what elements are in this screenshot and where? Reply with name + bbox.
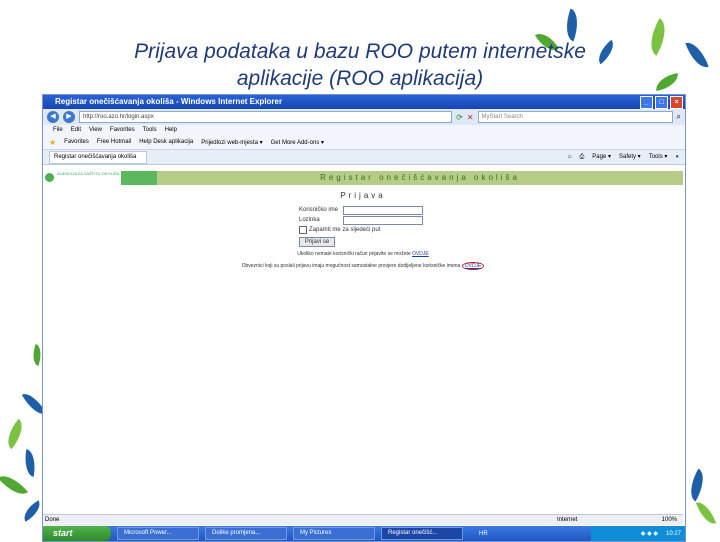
web-page: AGENCIJA ZA ZAŠTITU OKOLIŠA Registar one… [43, 169, 683, 513]
fav-item-addons[interactable]: Get More Add-ons ▾ [271, 139, 324, 146]
close-button[interactable]: × [670, 96, 683, 109]
slide-title-line1: Prijava podataka u bazu ROO putem intern… [134, 40, 586, 63]
register-link[interactable]: OVDJE [412, 251, 429, 257]
menu-file[interactable]: File [53, 125, 63, 135]
fav-item-suggested[interactable]: Prijedlozi web-mjesta ▾ [201, 139, 262, 146]
print-icon[interactable]: ⎙ [579, 151, 584, 163]
refresh-icon[interactable]: ⟳ [456, 113, 463, 122]
help-icon[interactable]: ● [675, 151, 679, 163]
url-input[interactable]: http://roo.azo.hr/login.aspx [79, 111, 453, 123]
banner-title: Registar onečišćavanja okoliša [157, 171, 683, 185]
clock[interactable]: 10:27 [666, 531, 681, 537]
login-form: Korisničko ime Lozinka Zapamti me za slj… [299, 205, 423, 247]
tools-menu[interactable]: Tools ▾ [649, 151, 668, 163]
window-title: Registar onečišćavanja okoliša - Windows… [55, 97, 283, 106]
tray-icons[interactable]: ◆ ◆ ◆ [641, 530, 658, 537]
safety-menu[interactable]: Safety ▾ [619, 151, 641, 163]
site-logo[interactable]: AGENCIJA ZA ZAŠTITU OKOLIŠA [43, 171, 121, 185]
menu-view[interactable]: View [89, 125, 102, 135]
check-username-message: Obveznici koji su poslali prijavu imaju … [43, 262, 683, 270]
fav-item-hotmail[interactable]: Free Hotmail [97, 139, 131, 145]
status-bar: Done Internet 100% [43, 514, 683, 525]
slide-title-line2: aplikacije (ROO aplikacija) [236, 67, 484, 90]
browser-window: Registar onečišćavanja okoliša - Windows… [42, 94, 686, 542]
favorites-star-icon: ★ [49, 137, 57, 147]
system-tray: ◆ ◆ ◆ 10:27 [591, 526, 685, 541]
task-registar[interactable]: Registar onečišć... [381, 527, 463, 540]
tab-registar[interactable]: Registar onečišćavanja okoliša [49, 150, 148, 164]
remember-label: Zapamti me za sljedeći put [309, 227, 381, 233]
password-field[interactable] [343, 215, 423, 225]
zone-indicator: Internet [557, 517, 578, 523]
password-label: Lozinka [299, 217, 320, 223]
menu-bar: File Edit View Favorites Tools Help [43, 125, 685, 135]
check-username-link[interactable]: OVDJE [461, 262, 485, 270]
page-heading: Prijava [340, 191, 386, 200]
home-icon[interactable]: ⌂ [568, 151, 572, 163]
status-text: Done [45, 517, 60, 523]
menu-favorites[interactable]: Favorites [110, 125, 135, 135]
stop-icon[interactable]: ✕ [467, 113, 474, 122]
fav-item-helpdesk[interactable]: Help Desk aplikacija [139, 139, 193, 145]
forward-icon[interactable]: ▶ [63, 111, 75, 123]
username-label: Korisničko ime [299, 207, 339, 213]
banner-accent [121, 171, 157, 185]
back-icon[interactable]: ◀ [47, 111, 59, 123]
register-message: Ukoliko nemate korisnički račun prijavit… [43, 251, 683, 257]
page-menu[interactable]: Page ▾ [592, 151, 611, 163]
username-field[interactable] [343, 205, 423, 215]
search-input[interactable]: MyStart Search [477, 111, 673, 123]
favorites-button[interactable]: Favorites [64, 139, 89, 145]
maximize-button[interactable]: □ [655, 96, 668, 109]
zoom-level[interactable]: 100% [617, 515, 683, 525]
login-button[interactable]: Prijavi se [299, 237, 335, 247]
favorites-bar: ★ Favorites Free Hotmail Help Desk aplik… [43, 135, 685, 150]
language-indicator[interactable]: HR [479, 531, 488, 537]
register-text: Ukoliko nemate korisnički račun prijavit… [297, 251, 411, 257]
menu-edit[interactable]: Edit [71, 125, 81, 135]
remember-checkbox[interactable] [299, 226, 307, 234]
menu-help[interactable]: Help [165, 125, 177, 135]
window-titlebar[interactable]: Registar onečišćavanja okoliša - Windows… [43, 95, 685, 109]
minimize-button[interactable]: _ [640, 96, 653, 109]
tab-bar: Registar onečišćavanja okoliša ⌂ ⎙ Page … [43, 150, 685, 165]
task-my-pictures[interactable]: My Pictures [293, 527, 375, 540]
start-button[interactable]: start [43, 526, 111, 541]
address-bar: ◀ ▶ http://roo.azo.hr/login.aspx ⟳ ✕ MyS… [43, 109, 685, 125]
taskbar: start Microsoft Power... Dolike promjena… [43, 526, 685, 541]
menu-tools[interactable]: Tools [143, 125, 157, 135]
task-images[interactable]: Dolike promjena... [205, 527, 287, 540]
check-username-text: Obveznici koji su poslali prijavu imaju … [241, 263, 461, 269]
task-powerpoint[interactable]: Microsoft Power... [117, 527, 199, 540]
slide-title: Prijava podataka u bazu ROO putem intern… [60, 38, 660, 92]
site-banner: AGENCIJA ZA ZAŠTITU OKOLIŠA Registar one… [43, 171, 683, 185]
search-icon[interactable]: ⌕ [677, 112, 681, 122]
